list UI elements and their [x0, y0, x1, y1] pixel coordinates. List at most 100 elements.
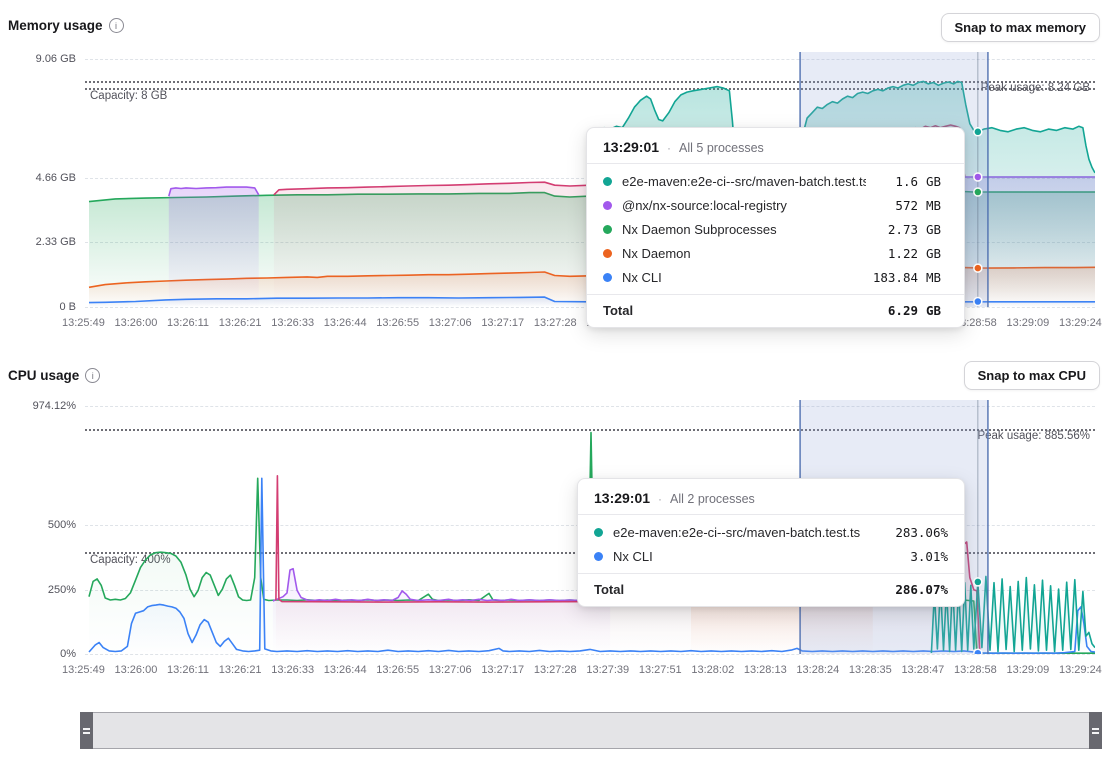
x-tick-label: 13:26:00 [115, 664, 158, 676]
x-tick-label: 13:27:28 [534, 664, 577, 676]
brush-handle-left[interactable] [80, 712, 93, 749]
x-tick-label: 13:29:09 [1006, 664, 1049, 676]
process-color-dot [603, 249, 612, 258]
info-icon[interactable]: i [85, 368, 100, 383]
process-unit: GB [926, 246, 948, 261]
x-tick-label: 13:28:35 [849, 664, 892, 676]
x-tick-label: 13:25:49 [62, 664, 105, 676]
x-tick-label: 13:26:55 [376, 317, 419, 329]
tooltip-time: 13:29:01 [594, 490, 650, 506]
tooltip-header: 13:29:01 · All 5 processes [587, 128, 964, 164]
cpu-y-tick: 250% [0, 584, 76, 596]
process-name: e2e-maven:e2e-ci--src/maven-batch.test.t… [613, 525, 888, 540]
x-tick-label: 13:26:00 [115, 317, 158, 329]
x-tick-label: 13:28:47 [901, 664, 944, 676]
tooltip-rows: e2e-maven:e2e-ci--src/maven-batch.test.t… [578, 515, 964, 573]
x-tick-label: 13:28:24 [796, 664, 839, 676]
x-tick-label: 13:25:49 [62, 317, 105, 329]
process-color-dot [603, 201, 612, 210]
hover-point-dot [974, 264, 982, 272]
cpu-x-axis: 13:25:49 13:26:00 13:26:11 13:26:21 13:26:33… [62, 664, 1102, 676]
process-name: e2e-maven:e2e-ci--src/maven-batch.test.t… [622, 174, 866, 189]
hover-point-dot [974, 578, 982, 586]
snap-to-max-cpu-button[interactable]: Snap to max CPU [964, 361, 1100, 390]
x-tick-label: 13:26:21 [219, 664, 262, 676]
x-tick-label: 13:27:39 [586, 664, 629, 676]
process-value: 1.6 [866, 174, 918, 189]
x-tick-label: 13:27:28 [534, 317, 577, 329]
x-tick-label: 13:28:13 [744, 664, 787, 676]
tooltip-time: 13:29:01 [603, 139, 659, 155]
tooltip-process-row: e2e-maven:e2e-ci--src/maven-batch.test.t… [578, 520, 964, 544]
process-name: Nx Daemon [622, 246, 866, 261]
x-tick-label: 13:27:17 [481, 664, 524, 676]
timeline-brush-track[interactable] [80, 712, 1102, 749]
tooltip-process-row: Nx Daemon1.22GB [587, 241, 964, 265]
memory-y-tick: 2.33 GB [0, 236, 76, 248]
process-name: Nx Daemon Subprocesses [622, 222, 866, 237]
process-unit: MB [926, 270, 948, 285]
tooltip-separator: · [658, 492, 662, 506]
cpu-y-tick: 0% [0, 648, 76, 660]
process-color-dot [603, 225, 612, 234]
hover-point-dot [974, 188, 982, 196]
cpu-title-text: CPU usage [8, 368, 79, 383]
tooltip-process-row: Nx CLI3.01% [578, 544, 964, 568]
process-color-dot [603, 273, 612, 282]
hover-point-dot [974, 128, 982, 136]
x-tick-label: 13:29:24 [1059, 317, 1102, 329]
process-unit: % [940, 549, 948, 564]
memory-section-title: Memory usage i [8, 18, 124, 33]
cpu-tooltip: 13:29:01 · All 2 processes e2e-maven:e2e… [577, 478, 965, 607]
process-unit: MB [926, 198, 948, 213]
info-icon[interactable]: i [109, 18, 124, 33]
series-area-memory-3 [169, 187, 259, 307]
process-value: 3.01 [888, 549, 940, 564]
tooltip-total-row: Total 6.29 GB [587, 294, 964, 327]
series-line-cpu-2 [273, 569, 610, 602]
tooltip-process-row: @nx/nx-source:local-registry572MB [587, 193, 964, 217]
tooltip-total-value: 286.07 [888, 582, 940, 597]
process-name: Nx CLI [613, 549, 888, 564]
cpu-y-tick: 974.12% [0, 400, 76, 412]
brush-handle-right[interactable] [1089, 712, 1102, 749]
hover-point-dot [974, 649, 982, 654]
tooltip-total-unit: % [940, 582, 948, 597]
memory-y-tick: 9.06 GB [0, 53, 76, 65]
x-tick-label: 13:26:11 [167, 664, 209, 676]
tooltip-process-row: e2e-maven:e2e-ci--src/maven-batch.test.t… [587, 169, 964, 193]
x-tick-label: 13:26:11 [167, 317, 209, 329]
process-value: 283.06 [888, 525, 940, 540]
process-color-dot [594, 552, 603, 561]
cpu-y-tick: 500% [0, 519, 76, 531]
x-tick-label: 13:26:21 [219, 317, 262, 329]
process-resource-profiler: Memory usage i Snap to max memory 9.06 G… [0, 0, 1118, 761]
cpu-section-title: CPU usage i [8, 368, 100, 383]
process-unit: GB [926, 222, 948, 237]
x-tick-label: 13:26:33 [271, 664, 314, 676]
tooltip-rows: e2e-maven:e2e-ci--src/maven-batch.test.t… [587, 164, 964, 294]
memory-tooltip: 13:29:01 · All 5 processes e2e-maven:e2e… [586, 127, 965, 328]
memory-y-tick: 4.66 GB [0, 172, 76, 184]
tooltip-total-row: Total 286.07 % [578, 573, 964, 606]
memory-title-text: Memory usage [8, 18, 103, 33]
x-tick-label: 13:28:02 [691, 664, 734, 676]
tooltip-total-label: Total [594, 582, 888, 597]
hover-point-dot [974, 298, 982, 306]
process-unit: GB [926, 174, 948, 189]
snap-to-max-memory-button[interactable]: Snap to max memory [941, 13, 1101, 42]
process-unit: % [940, 525, 948, 540]
x-tick-label: 13:27:17 [481, 317, 524, 329]
x-tick-label: 13:27:06 [429, 664, 472, 676]
tooltip-subtitle: All 2 processes [670, 492, 755, 506]
x-tick-label: 13:26:44 [324, 317, 367, 329]
tooltip-total-label: Total [603, 303, 866, 318]
process-color-dot [603, 177, 612, 186]
tooltip-header: 13:29:01 · All 2 processes [578, 479, 964, 515]
tooltip-process-row: Nx Daemon Subprocesses2.73GB [587, 217, 964, 241]
tooltip-subtitle: All 5 processes [679, 141, 764, 155]
x-tick-label: 13:26:55 [376, 664, 419, 676]
x-tick-label: 13:27:06 [429, 317, 472, 329]
tooltip-separator: · [667, 141, 671, 155]
x-tick-label: 13:28:58 [954, 664, 997, 676]
